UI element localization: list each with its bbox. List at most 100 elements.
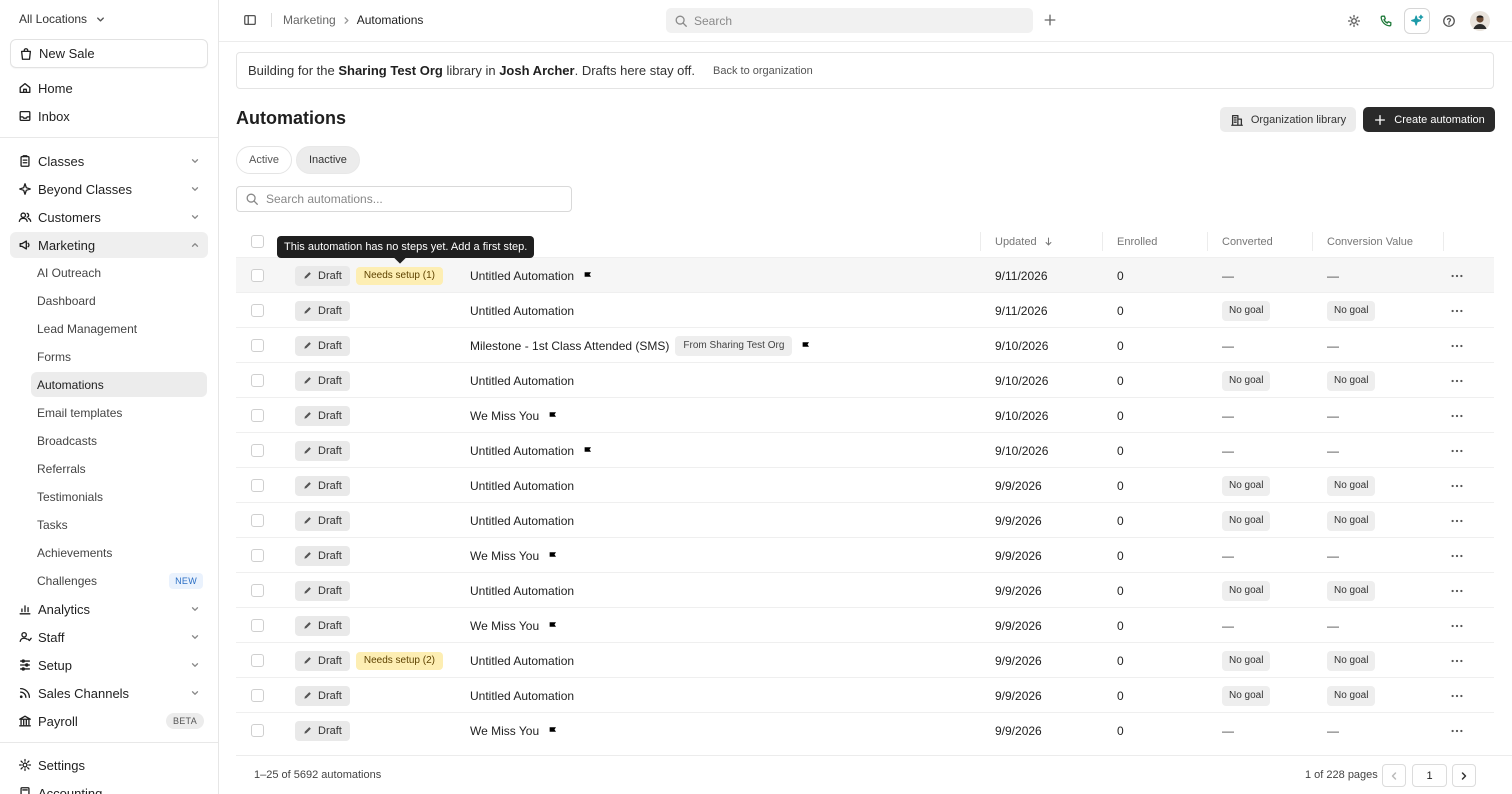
table-row[interactable]: Draft Untitled Automation 9/9/2026 0 No goal… [236,572,1494,607]
needs-setup-badge[interactable]: Needs setup (2) [355,651,443,670]
flag-icon[interactable] [547,550,559,562]
sidebar-item-accounting[interactable]: Accounting [10,780,208,794]
automation-name[interactable]: Untitled Automation [470,514,574,528]
more-actions-icon[interactable] [1450,503,1464,538]
page-number-input[interactable]: 1 [1412,764,1447,787]
table-row[interactable]: Draft We Miss You 9/9/2026 0 — — [236,712,1494,747]
automation-name[interactable]: Untitled Automation [470,444,574,458]
sidebar-subitem-email-templates[interactable]: Email templates [31,400,207,425]
row-checkbox[interactable] [251,619,264,632]
more-actions-icon[interactable] [1450,538,1464,573]
sidebar-subitem-lead-management[interactable]: Lead Management [31,316,207,341]
tab-active[interactable]: Active [236,146,292,174]
needs-setup-badge[interactable]: Needs setup (1) [355,266,443,285]
more-actions-icon[interactable] [1450,468,1464,503]
more-actions-icon[interactable] [1450,328,1464,363]
converted-header[interactable]: Converted [1222,228,1273,255]
sidebar-subitem-tasks[interactable]: Tasks [31,512,207,537]
sidebar-item-analytics[interactable]: Analytics [10,596,208,622]
plus-icon[interactable] [1043,13,1057,27]
sidebar-item-classes[interactable]: Classes [10,148,208,174]
sidebar-item-customers[interactable]: Customers [10,204,208,230]
table-row[interactable]: Draft We Miss You 9/9/2026 0 — — [236,607,1494,642]
table-row[interactable]: Draft Untitled Automation 9/9/2026 0 No goal… [236,467,1494,502]
row-checkbox[interactable] [251,549,264,562]
row-checkbox[interactable] [251,409,264,422]
automation-name[interactable]: We Miss You [470,549,539,563]
breadcrumb-parent[interactable]: Marketing [283,13,336,27]
table-row[interactable]: Draft Milestone - 1st Class Attended (SMS… [236,327,1494,362]
sidebar-item-beyond-classes[interactable]: Beyond Classes [10,176,208,202]
row-checkbox[interactable] [251,584,264,597]
automation-name[interactable]: Untitled Automation [470,689,574,703]
row-checkbox[interactable] [251,514,264,527]
new-sale-button[interactable]: New Sale [10,39,208,68]
location-selector[interactable]: All Locations [19,11,106,27]
more-actions-icon[interactable] [1450,608,1464,643]
automation-name[interactable]: Untitled Automation [470,654,574,668]
row-checkbox[interactable] [251,724,264,737]
flag-icon[interactable] [582,270,594,282]
create-automation-button[interactable]: Create automation [1363,107,1495,132]
theme-sun-icon[interactable] [1341,8,1367,34]
sidebar-subitem-automations[interactable]: Automations [31,372,207,397]
automation-name[interactable]: Untitled Automation [470,269,574,283]
organization-library-button[interactable]: Organization library [1220,107,1356,132]
more-actions-icon[interactable] [1450,573,1464,608]
more-actions-icon[interactable] [1450,363,1464,398]
row-checkbox[interactable] [251,479,264,492]
sidebar-subitem-forms[interactable]: Forms [31,344,207,369]
flag-icon[interactable] [547,725,559,737]
sidebar-subitem-referrals[interactable]: Referrals [31,456,207,481]
flag-icon[interactable] [582,445,594,457]
sidebar-item-settings[interactable]: Settings [10,752,208,778]
more-actions-icon[interactable] [1450,643,1464,678]
global-search-input[interactable]: Search [666,8,1033,33]
automation-name[interactable]: We Miss You [470,409,539,423]
row-checkbox[interactable] [251,339,264,352]
flag-icon[interactable] [547,410,559,422]
sidebar-item-payroll[interactable]: Payroll BETA [10,708,208,734]
sidebar-subitem-challenges[interactable]: Challenges NEW [31,568,207,593]
sidebar-item-staff[interactable]: Staff [10,624,208,650]
tab-inactive[interactable]: Inactive [295,146,360,174]
back-to-organization-link[interactable]: Back to organization [713,65,813,77]
sidebar-item-inbox[interactable]: Inbox [10,103,208,129]
ai-sparkle-icon[interactable] [1404,8,1430,34]
user-avatar[interactable] [1467,8,1493,34]
table-row[interactable]: Draft Untitled Automation 9/10/2026 0 — — [236,432,1494,467]
more-actions-icon[interactable] [1450,713,1464,748]
sidebar-item-home[interactable]: Home [10,75,208,101]
sidebar-subitem-achievements[interactable]: Achievements [31,540,207,565]
table-row[interactable]: Draft Untitled Automation 9/9/2026 0 No goal… [236,502,1494,537]
more-actions-icon[interactable] [1450,258,1464,293]
flag-icon[interactable] [547,620,559,632]
automation-name[interactable]: Untitled Automation [470,304,574,318]
automation-name[interactable]: Untitled Automation [470,584,574,598]
table-row[interactable]: Draft We Miss You 9/10/2026 0 — — [236,397,1494,432]
automation-search-input[interactable]: Search automations... [236,186,572,212]
conversion-value-header[interactable]: Conversion Value [1327,228,1413,255]
sidebar-subitem-broadcasts[interactable]: Broadcasts [31,428,207,453]
table-row[interactable]: Draft Needs setup (2) Untitled Automation 9… [236,642,1494,677]
select-all-checkbox[interactable] [251,235,264,248]
table-row[interactable]: Draft Untitled Automation 9/9/2026 0 No goal… [236,677,1494,712]
sidebar-item-sales-channels[interactable]: Sales Channels [10,680,208,706]
enrolled-header[interactable]: Enrolled [1117,228,1157,255]
automation-name[interactable]: Untitled Automation [470,374,574,388]
table-row[interactable]: Draft Untitled Automation 9/10/2026 0 No goa… [236,362,1494,397]
row-checkbox[interactable] [251,444,264,457]
sidebar-item-setup[interactable]: Setup [10,652,208,678]
more-actions-icon[interactable] [1450,398,1464,433]
table-row[interactable]: Draft We Miss You 9/9/2026 0 — — [236,537,1494,572]
updated-header[interactable]: Updated [995,228,1054,255]
automation-name[interactable]: Untitled Automation [470,479,574,493]
previous-page-button[interactable] [1382,764,1406,787]
table-row[interactable]: Draft Untitled Automation 9/11/2026 0 No goa… [236,292,1494,327]
row-checkbox[interactable] [251,374,264,387]
sidebar-toggle-icon[interactable] [243,13,257,27]
row-checkbox[interactable] [251,689,264,702]
more-actions-icon[interactable] [1450,293,1464,328]
row-checkbox[interactable] [251,269,264,282]
sidebar-subitem-dashboard[interactable]: Dashboard [31,288,207,313]
